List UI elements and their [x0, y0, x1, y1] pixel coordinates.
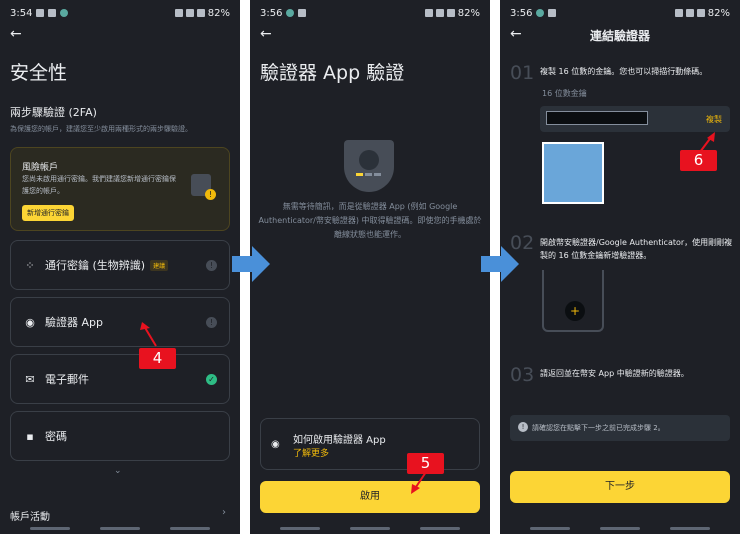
pointer-arrow-icon: [143, 325, 157, 347]
flow-arrow-icon: [232, 246, 270, 282]
step-marker: 5: [407, 453, 444, 474]
annotation-overlay: [140, 132, 715, 494]
flow-arrow-icon: [481, 246, 519, 282]
step-marker: 6: [680, 150, 717, 171]
pointer-arrow-icon: [411, 484, 420, 494]
pointer-arrow-icon: [140, 322, 150, 330]
step-marker: 4: [139, 348, 176, 369]
